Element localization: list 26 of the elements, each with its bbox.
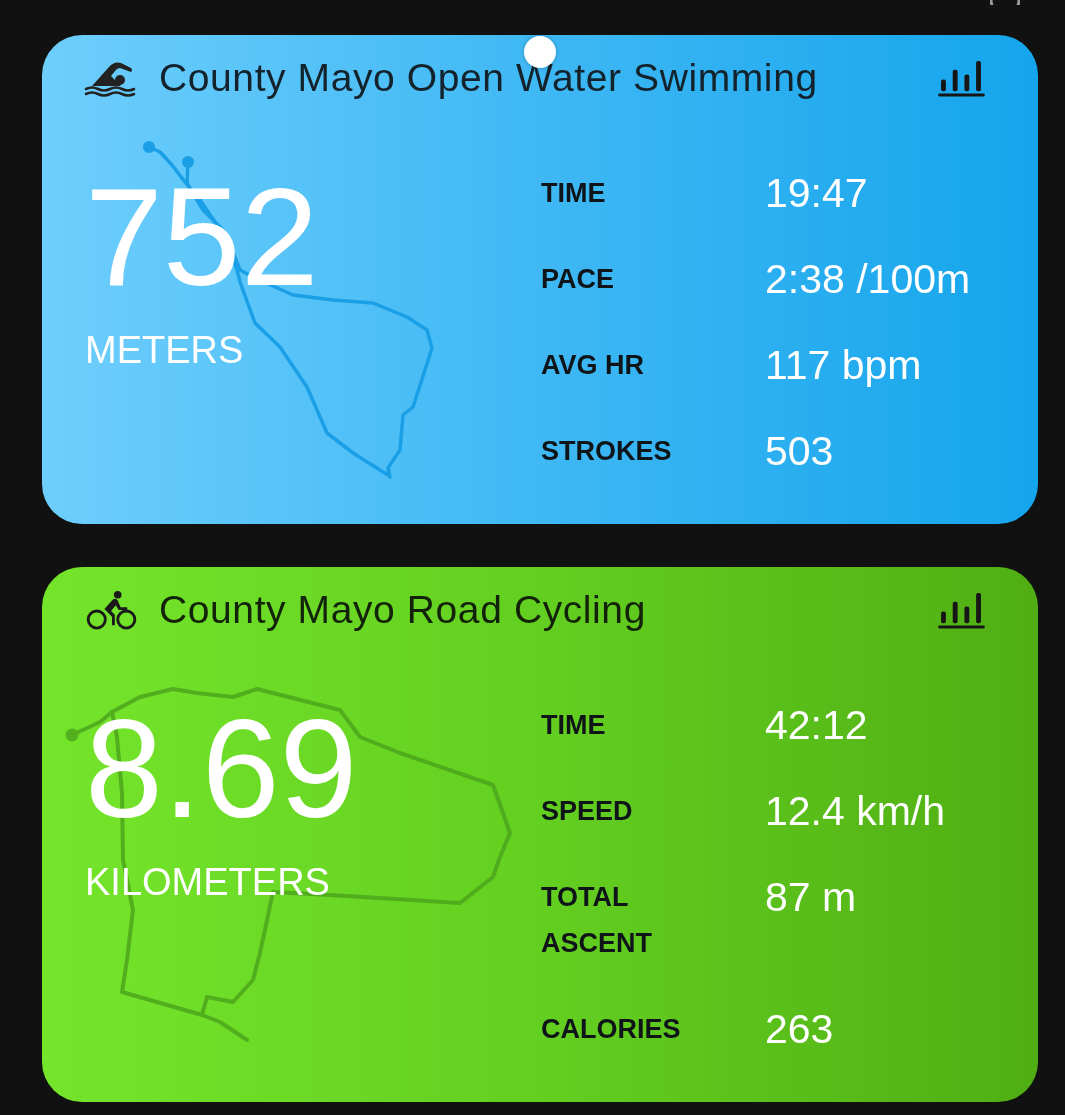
stat-label: STROKES	[541, 435, 672, 468]
stat-label: TIME	[541, 709, 606, 742]
stat-label: CALORIES	[541, 1013, 681, 1046]
distance-unit: KILOMETERS	[85, 860, 330, 905]
stat-value: 87 m	[765, 874, 857, 920]
bar-chart-icon[interactable]	[938, 59, 985, 97]
stat-value: 263	[765, 1006, 834, 1052]
stat-value: 42:12	[765, 702, 868, 748]
stat-value: 2:38 /100m	[765, 256, 971, 302]
distance-value: 752	[85, 167, 319, 307]
distance-value: 8.69	[85, 699, 358, 839]
stat-value: 19:47	[765, 170, 868, 216]
stat-label: AVG HR	[541, 349, 644, 382]
distance-unit: METERS	[85, 328, 244, 373]
stat-label: TIME	[541, 177, 606, 210]
stat-label: SPEED	[541, 795, 633, 828]
bar-chart-icon[interactable]	[938, 591, 985, 629]
stat-label: PACE	[541, 263, 614, 296]
stat-label: TOTAL ASCENT	[541, 881, 653, 960]
activity-card[interactable]: County Mayo Open Water Swimming 752 METERS TIME 19:47 PACE 2:38 /100m AVG HR 117 bpm STROKES 503	[42, 35, 1038, 524]
stat-value: 117 bpm	[765, 342, 922, 388]
activity-title: County Mayo Road Cycling	[159, 587, 647, 633]
stat-value: 12.4 km/h	[765, 788, 946, 834]
stat-value: 503	[765, 428, 834, 474]
activity-card[interactable]: County Mayo Road Cycling 8.69 KILOMETERS TIME 42:12 SPEED 12.4 km/h TOTAL ASCENT 87 m CALORIES 263	[42, 567, 1038, 1102]
activity-title: County Mayo Open Water Swimming	[159, 55, 819, 101]
